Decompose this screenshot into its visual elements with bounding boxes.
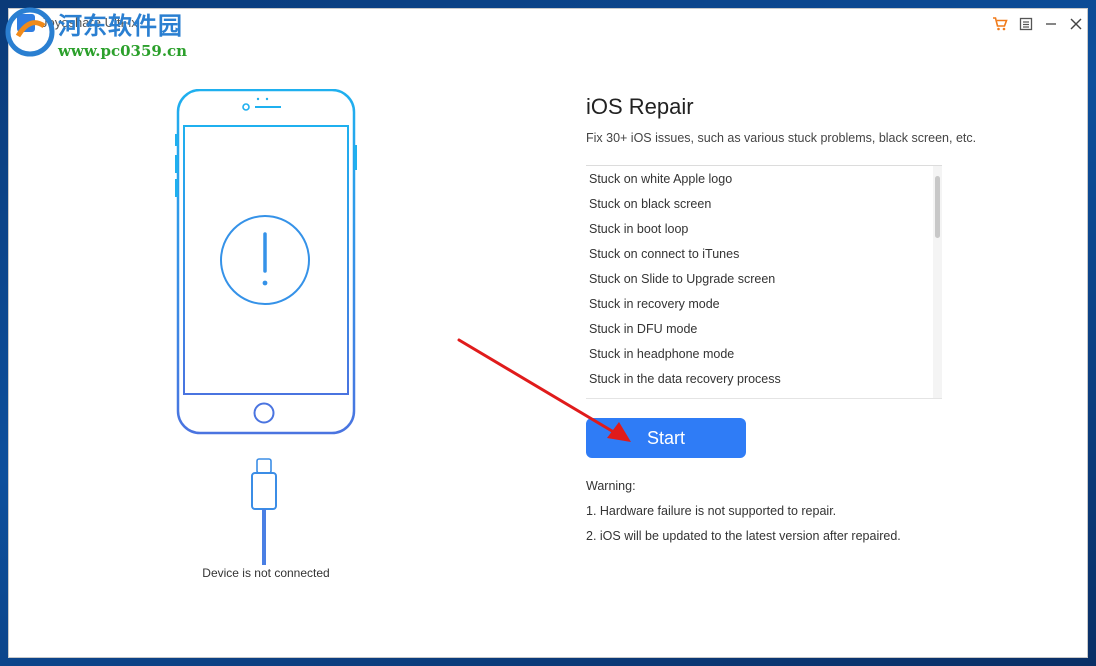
list-item: Stuck in boot loop bbox=[589, 222, 689, 236]
list-item: Stuck on black screen bbox=[589, 197, 712, 211]
app-window: Joyoshare UltFix Device is not connected… bbox=[8, 8, 1088, 658]
page-title: iOS Repair bbox=[586, 94, 694, 119]
cart-icon[interactable] bbox=[989, 13, 1011, 35]
scroll-thumb[interactable] bbox=[935, 176, 940, 238]
arrow-annotation bbox=[457, 338, 631, 442]
menu-icon[interactable] bbox=[1015, 13, 1037, 35]
list-item: Stuck on Slide to Upgrade screen bbox=[589, 272, 776, 286]
close-icon[interactable] bbox=[1065, 13, 1087, 35]
list-item: Stuck on white Apple logo bbox=[589, 172, 733, 186]
list-scrollbar[interactable] bbox=[933, 166, 942, 398]
lightning-cable-icon bbox=[251, 458, 277, 565]
warning-icon bbox=[220, 215, 310, 305]
watermark-title: 河东软件园 bbox=[58, 11, 183, 40]
list-item: Stuck on connect to iTunes bbox=[589, 247, 740, 261]
watermark-url: www.pc0359.cn bbox=[58, 42, 188, 60]
watermark-logo bbox=[5, 7, 55, 57]
device-status-text: Device is not connected bbox=[202, 566, 330, 580]
page-description: Fix 30+ iOS issues, such as various stuc… bbox=[586, 131, 977, 145]
list-item: Stuck in recovery mode bbox=[589, 297, 720, 311]
minimize-icon[interactable] bbox=[1040, 13, 1062, 35]
phone-illustration bbox=[169, 88, 369, 599]
warning-heading: Warning: bbox=[586, 479, 636, 493]
warning-item: 2. iOS will be updated to the latest ver… bbox=[586, 529, 901, 543]
warning-item: 1. Hardware failure is not supported to … bbox=[586, 504, 837, 518]
watermark: 河东软件园 www.pc0359.cn bbox=[0, 0, 210, 62]
